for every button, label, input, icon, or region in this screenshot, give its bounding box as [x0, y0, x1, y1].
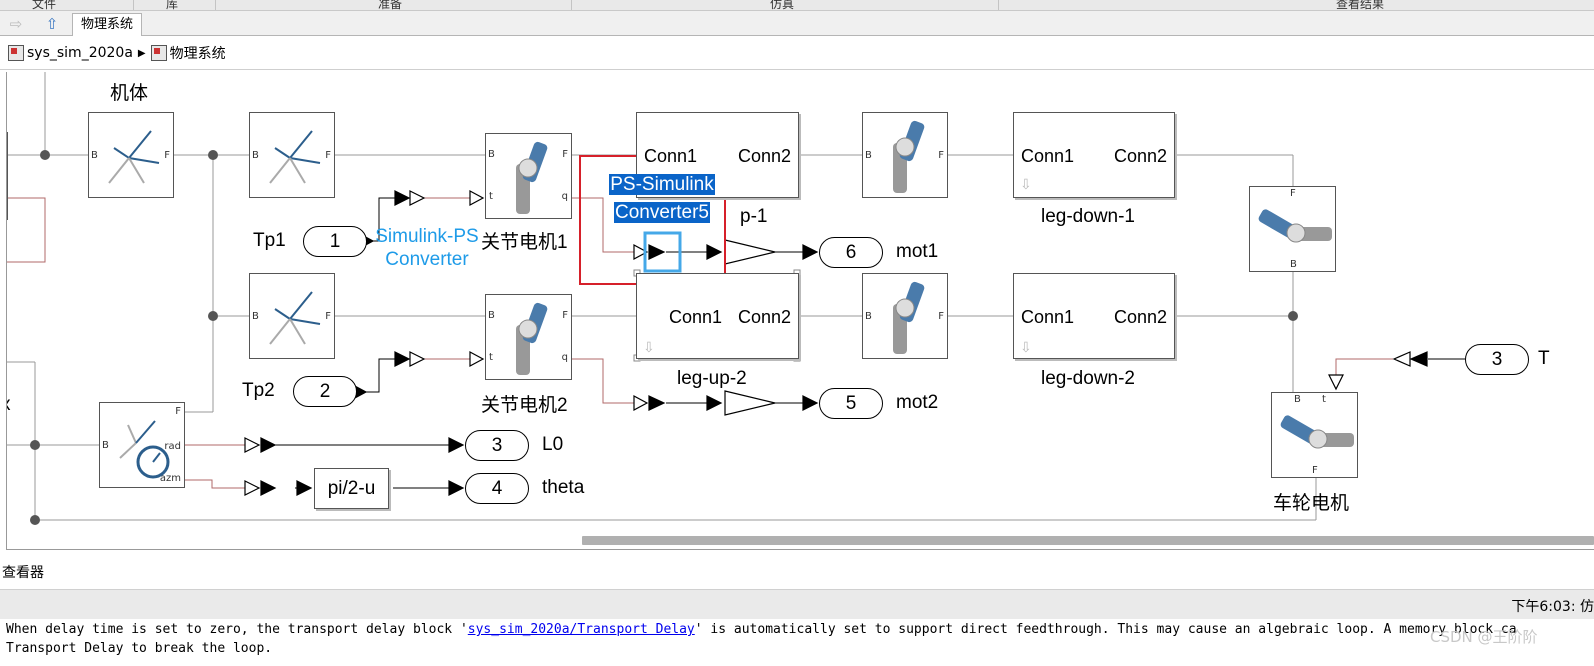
leg-down-1-label: leg-down-1 [1041, 206, 1135, 227]
gauge-icon [119, 420, 170, 479]
frame-axes-icon [269, 291, 321, 345]
fcn-block[interactable]: pi/2-u [314, 468, 389, 509]
outport-mot1[interactable]: 6 [819, 237, 883, 268]
revolute-joint-1[interactable]: B F t q [485, 133, 572, 219]
leg-up-1-label: p-1 [740, 206, 768, 227]
down-arrow-icon: ⇩ [1020, 177, 1032, 193]
diagnostic-text-line2: Transport Delay to break the loop. [6, 641, 273, 656]
watermark: CSDN @王阶阶 [1430, 628, 1538, 646]
transport-delay-link[interactable]: sys_sim_2020a/Transport Delay [468, 622, 695, 637]
revolute-joint-2[interactable]: B F t q [485, 294, 572, 380]
outport-l0[interactable]: 3 [465, 430, 529, 461]
ribbon-separator [133, 0, 134, 10]
clipped-label: x [7, 394, 11, 416]
transform-sensor-block[interactable]: B F rad azm [99, 402, 185, 488]
inport-tp2-name: Tp2 [242, 380, 275, 401]
outport-theta[interactable]: 4 [465, 473, 529, 504]
joint-motor-1-label: 关节电机1 [481, 232, 568, 253]
revolute-joint-wheel-top[interactable]: F B [1249, 186, 1336, 272]
ribbon-separator [571, 0, 572, 10]
down-arrow-icon: ⇩ [1020, 340, 1032, 356]
outport-theta-name: theta [542, 477, 585, 498]
status-bar: 下午6:03: 仿 [0, 589, 1594, 619]
clipped-block[interactable] [7, 132, 8, 220]
frame-axes-icon [108, 130, 160, 184]
tab-physical-system[interactable]: 物理系统 [72, 13, 143, 36]
frame-axes-icon [269, 130, 321, 184]
subsystem-leg-down-1[interactable]: Conn1 Conn2 ⇩ [1013, 112, 1175, 198]
breadcrumb: sys_sim_2020a ▶ 物理系统 [0, 37, 1594, 70]
ribbon-separator [998, 0, 999, 10]
model-icon [8, 45, 24, 61]
back-arrow-icon[interactable]: ⇨ [6, 14, 26, 34]
outport-mot2[interactable]: 5 [819, 388, 883, 419]
status-time: 下午6:03: 仿 [1511, 599, 1594, 615]
ribbon-group-prepare[interactable]: 准备 [378, 0, 402, 10]
revolute-joint-icon [893, 281, 925, 354]
inport-tp2[interactable]: 2 [293, 376, 357, 407]
diagnostic-text: ' is automatically set to support direct… [694, 622, 1517, 637]
revolute-joint-4[interactable]: B F [862, 273, 948, 359]
ps-simulink-converter-label[interactable]: PS-Simulink Converter5 [604, 171, 720, 227]
revolute-joint-3[interactable]: B F [862, 112, 948, 198]
chevron-right-icon: ▶ [137, 47, 146, 59]
breadcrumb-model[interactable]: sys_sim_2020a [27, 45, 133, 61]
ribbon-group-results[interactable]: 查看结果 [1336, 0, 1384, 10]
revolute-joint-icon [1258, 209, 1332, 243]
leg-up-2-label: leg-up-2 [677, 368, 747, 389]
ribbon-group-file[interactable]: 文件 [32, 0, 56, 10]
transform-block-2[interactable]: B F [249, 273, 335, 359]
subsystem-leg-down-2[interactable]: Conn1 Conn2 ⇩ [1013, 273, 1175, 359]
diagnostic-message: When delay time is set to zero, the tran… [0, 620, 1594, 666]
outport-mot2-name: mot2 [896, 392, 939, 413]
inport-tp1[interactable]: 1 [303, 226, 367, 257]
outport-l0-name: L0 [542, 434, 564, 455]
revolute-joint-icon [516, 141, 548, 214]
revolute-joint-icon [516, 302, 548, 375]
revolute-joint-icon [893, 120, 925, 193]
subsystem-leg-up-2[interactable]: Conn1 Conn2 ⇩ [636, 273, 799, 359]
leg-down-2-label: leg-down-2 [1041, 368, 1135, 389]
body-label: 机体 [110, 83, 149, 104]
revolute-joint-icon [1280, 415, 1354, 449]
breadcrumb-subsystem[interactable]: 物理系统 [170, 43, 226, 63]
transform-block-body[interactable]: B F [88, 112, 174, 198]
inport-tp1-name: Tp1 [253, 230, 286, 251]
ribbon-group-library[interactable]: 库 [166, 0, 178, 10]
inport-t[interactable]: 3 [1465, 344, 1529, 375]
simulink-ps-converter-label[interactable]: Simulink-PS Converter [369, 225, 485, 271]
inport-t-name: T [1538, 348, 1550, 369]
subsystem-icon [150, 45, 167, 61]
outport-mot1-name: mot1 [896, 241, 939, 262]
viewer-panel-title: 查看器 [2, 565, 44, 581]
revolute-joint-wheel[interactable]: B t F [1271, 392, 1358, 478]
ribbon-separator [215, 0, 216, 10]
diagram-canvas[interactable]: x 机体 B F B F B F B F rad azm B F t q 关节电… [6, 72, 1594, 550]
transform-block-1[interactable]: B F [249, 112, 335, 198]
up-arrow-icon[interactable]: ⇧ [42, 14, 62, 34]
ribbon-group-simulation[interactable]: 仿真 [770, 0, 794, 10]
ribbon-strip: 文件 库 准备 仿真 查看结果 [0, 0, 1594, 11]
model-tab-bar: ⇨ ⇧ 物理系统 [0, 11, 1594, 36]
horizontal-scrollbar[interactable] [582, 536, 1594, 545]
down-arrow-icon: ⇩ [643, 340, 655, 356]
wheel-motor-label: 车轮电机 [1273, 493, 1350, 514]
joint-motor-2-label: 关节电机2 [481, 395, 568, 416]
diagnostic-text: When delay time is set to zero, the tran… [6, 622, 468, 637]
